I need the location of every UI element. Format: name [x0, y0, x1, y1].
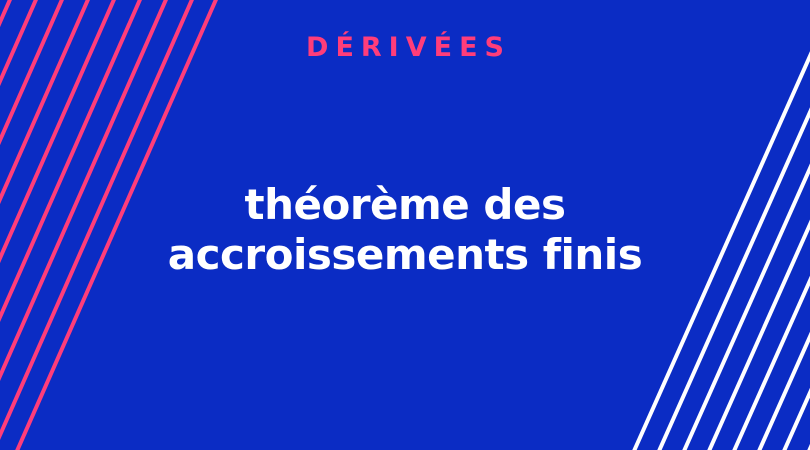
page-title: théorème des accroissements finis [0, 180, 810, 280]
title-line-2: accroissements finis [167, 230, 643, 279]
category-label: DÉRIVÉES [306, 32, 511, 63]
banner: DÉRIVÉES théorème des accroissements fin… [0, 0, 810, 450]
title-line-1: théorème des [244, 180, 566, 229]
